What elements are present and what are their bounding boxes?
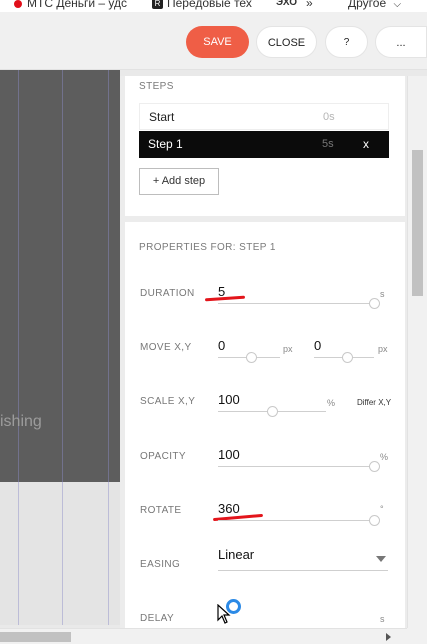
rotate-input[interactable]: 360: [218, 501, 240, 516]
step-name: Start: [149, 110, 175, 124]
horizontal-scrollbar-thumb[interactable]: [0, 632, 71, 642]
caret-down-icon: [376, 556, 386, 562]
more-button[interactable]: ...: [375, 26, 427, 58]
close-button[interactable]: CLOSE: [256, 26, 317, 58]
rotate-slider-thumb[interactable]: [369, 515, 380, 526]
editor-toolbar: SAVE CLOSE ? ...: [0, 12, 427, 70]
move-x-input[interactable]: 0: [218, 338, 225, 353]
easing-select[interactable]: Linear: [218, 547, 388, 571]
properties-card: PROPERTIES FOR: STEP 1 DURATION 5 s MOVE…: [125, 222, 405, 631]
step-item-start[interactable]: Start 0s: [139, 103, 389, 130]
step-name: Step 1: [148, 137, 183, 151]
scale-label: SCALE X,Y: [140, 396, 196, 407]
move-y-input[interactable]: 0: [314, 338, 321, 353]
opacity-input[interactable]: 100: [218, 447, 240, 462]
horizontal-scrollbar[interactable]: [0, 628, 407, 644]
editor-canvas[interactable]: ishing: [0, 70, 120, 625]
opacity-slider-thumb[interactable]: [369, 461, 380, 472]
step-duration: 0s: [323, 111, 335, 123]
rotate-unit: °: [380, 504, 384, 514]
scale-unit: %: [327, 398, 336, 408]
duration-slider-track[interactable]: [218, 303, 376, 304]
move-label: MOVE X,Y: [140, 342, 192, 353]
move-y-unit: px: [378, 344, 388, 354]
duration-unit: s: [380, 289, 385, 299]
delay-unit: s: [380, 614, 385, 624]
vertical-scrollbar-thumb[interactable]: [412, 150, 423, 296]
move-x-unit: px: [283, 344, 293, 354]
differ-xy-toggle[interactable]: Differ X,Y: [357, 398, 391, 407]
vertical-scrollbar[interactable]: [407, 76, 427, 628]
opacity-label: OPACITY: [140, 451, 186, 462]
easing-label: EASING: [140, 559, 181, 570]
help-button[interactable]: ?: [325, 26, 368, 58]
bookmarks-overflow-button[interactable]: »: [306, 0, 313, 9]
bookmark-advanced-label: Передовые тех: [167, 0, 252, 10]
scale-slider-thumb[interactable]: [267, 406, 278, 417]
animation-panel: STEPS Start 0s Step 1 5s x + Add step PR…: [120, 76, 407, 631]
bookmark-echo[interactable]: ЭХО: [276, 0, 297, 9]
scrollbar-corner: [407, 628, 427, 644]
remove-step-button[interactable]: x: [363, 131, 369, 158]
chevron-down-icon: ⌵: [393, 0, 402, 10]
delay-label: DELAY: [140, 613, 175, 624]
add-step-button[interactable]: + Add step: [139, 168, 219, 195]
scale-input[interactable]: 100: [218, 392, 240, 407]
duration-slider-thumb[interactable]: [369, 298, 380, 309]
bookmarks-bar: МТС Деньги – удс R Передовые тех ЭХО » Др…: [0, 0, 427, 12]
duration-label: DURATION: [140, 288, 195, 299]
rotate-slider-track[interactable]: [218, 520, 376, 521]
move-y-slider-thumb[interactable]: [342, 352, 353, 363]
grid-line: [108, 70, 109, 625]
easing-value: Linear: [218, 547, 255, 562]
mts-icon: [14, 0, 22, 8]
bookmark-mts-label: МТС Деньги – удс: [27, 0, 128, 10]
bookmark-advanced[interactable]: R Передовые тех: [152, 0, 252, 10]
opacity-unit: %: [380, 452, 389, 462]
bookmark-other-folder[interactable]: Другое ⌵: [348, 0, 401, 11]
scroll-right-arrow-icon[interactable]: [386, 633, 391, 641]
move-x-slider-thumb[interactable]: [246, 352, 257, 363]
grid-line: [62, 70, 63, 625]
save-button[interactable]: SAVE: [186, 26, 249, 58]
mouse-pointer-icon: [217, 604, 231, 624]
canvas-text-fragment: ishing: [0, 413, 42, 430]
opacity-slider-track[interactable]: [218, 466, 376, 467]
rotate-label: ROTATE: [140, 505, 182, 516]
bookmark-mts[interactable]: МТС Деньги – удс: [14, 0, 127, 9]
grid-line: [18, 70, 19, 625]
step-item-step-1[interactable]: Step 1 5s x: [139, 131, 389, 158]
steps-title: STEPS: [139, 81, 174, 92]
step-duration: 5s: [322, 138, 334, 150]
annotation-underline: [204, 295, 246, 302]
properties-title: PROPERTIES FOR: STEP 1: [139, 242, 276, 253]
bookmark-other-label: Другое: [348, 0, 387, 10]
bookmark-favicon-icon: R: [152, 0, 163, 10]
steps-card: STEPS Start 0s Step 1 5s x + Add step: [125, 76, 405, 216]
